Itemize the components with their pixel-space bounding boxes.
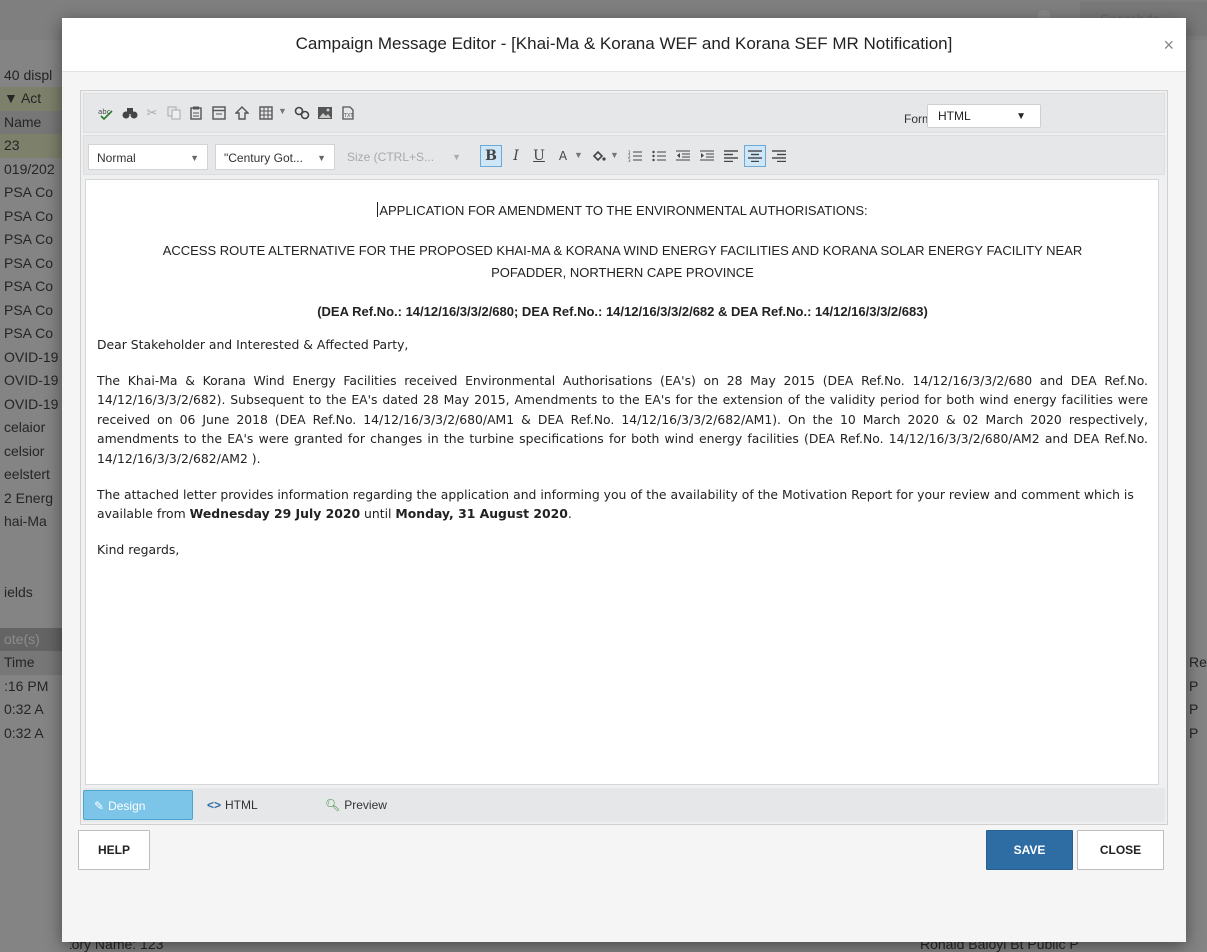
tab-design[interactable]: ✎ Design [83,790,193,820]
code-icon: <> [207,798,222,812]
svg-text:TXT: TXT [343,113,354,119]
underline-button[interactable]: U [528,145,550,167]
chevron-down-icon: ▼ [190,153,199,163]
copy-icon[interactable] [166,105,182,121]
dialog-header: Campaign Message Editor - [Khai-Ma & Kor… [62,18,1186,72]
paragraph-motivation-report: The attached letter provides information… [97,485,1148,524]
table-dropdown-icon[interactable]: ▼ [278,106,287,116]
pencil-icon: ✎ [94,799,105,813]
close-icon[interactable]: × [1163,36,1174,54]
align-center-icon[interactable] [744,145,766,167]
chevron-down-icon: ▼ [1016,111,1026,122]
paragraph-ea-history: The Khai-Ma & Korana Wind Energy Facilit… [97,372,1148,466]
font-size-dropdown[interactable]: Size (CTRL+S... ▼ [339,144,469,170]
magnifier-icon: 🔍︎ [325,798,341,812]
insert-image-icon[interactable] [317,105,333,121]
insert-document-icon[interactable]: TXT [340,105,356,121]
font-color-dropdown-icon[interactable]: ▼ [574,150,583,160]
cut-icon[interactable]: ✂ [144,105,160,121]
bold-button[interactable]: B [480,145,502,167]
para2-date-start: Wednesday 29 July 2020 [189,506,361,522]
editor-toolbar-formatting: Normal ▼ "Century Got... ▼ Size (CTRL+S.… [83,135,1165,175]
paste-icon[interactable] [188,105,204,121]
campaign-message-editor-dialog: Campaign Message Editor - [Khai-Ma & Kor… [62,18,1186,942]
font-color-button[interactable]: A [552,145,574,167]
tab-html-label: HTML [225,798,258,812]
greeting: Dear Stakeholder and Interested & Affect… [97,337,409,352]
outdent-icon[interactable] [672,145,694,167]
special-characters-icon[interactable] [294,105,310,121]
align-right-icon[interactable] [768,145,790,167]
highlight-dropdown-icon[interactable]: ▼ [610,150,619,160]
help-button[interactable]: HELP [78,830,150,870]
insert-link-icon[interactable] [234,105,250,121]
para2-date-end: Monday, 31 August 2020 [395,506,568,522]
tab-preview-label: Preview [344,798,387,812]
indent-icon[interactable] [696,145,718,167]
align-left-icon[interactable] [720,145,742,167]
paragraph-style-value: Normal [97,151,136,165]
format-select[interactable]: HTML ▼ [927,104,1041,128]
rich-text-editor: abc ✂ ▼ TXT Format: HTML ▼ Normal ▼ "Cen… [80,90,1168,825]
tab-preview[interactable]: 🔍︎ Preview [315,790,399,820]
spellcheck-icon[interactable]: abc [98,105,114,121]
closing: Kind regards, [97,541,180,557]
highlight-color-button[interactable] [588,145,610,167]
editor-mode-bar: ✎ Design <> HTML 🔍︎ Preview [83,788,1165,822]
insert-table-icon[interactable] [258,105,274,121]
para2-mid: until [360,506,396,522]
chevron-down-icon: ▼ [452,152,461,162]
heading-dea-ref: (DEA Ref.No.: 14/12/16/3/3/2/680; DEA Re… [317,304,928,319]
paste-from-word-icon[interactable] [211,105,227,121]
format-select-value: HTML [938,109,971,123]
font-family-value: "Century Got... [224,151,303,165]
heading-application-text: APPLICATION FOR AMENDMENT TO THE ENVIRON… [379,203,868,218]
tab-design-label: Design [108,799,146,813]
editor-toolbar-top: abc ✂ ▼ TXT Format: HTML ▼ [83,93,1165,133]
dialog-title: Campaign Message Editor - [Khai-Ma & Kor… [295,34,953,53]
find-icon[interactable] [122,105,138,121]
unordered-list-icon[interactable] [648,145,670,167]
heading-application: APPLICATION FOR AMENDMENT TO THE ENVIRON… [97,202,1148,218]
italic-button[interactable]: I [505,145,527,167]
tab-html[interactable]: <> HTML [197,790,270,820]
font-size-value: Size (CTRL+S... [347,150,435,164]
save-button[interactable]: SAVE [986,830,1073,870]
chevron-down-icon: ▼ [317,153,326,163]
para2-end: . [567,506,572,522]
heading-access-route: ACCESS ROUTE ALTERNATIVE FOR THE PROPOSE… [162,243,1083,280]
editor-content-area[interactable]: APPLICATION FOR AMENDMENT TO THE ENVIRON… [85,179,1159,785]
font-family-dropdown[interactable]: "Century Got... ▼ [215,144,335,170]
svg-text:3: 3 [628,158,631,162]
ordered-list-icon[interactable]: 123 [624,145,646,167]
paragraph-style-dropdown[interactable]: Normal ▼ [88,144,208,170]
close-button[interactable]: CLOSE [1077,830,1164,870]
